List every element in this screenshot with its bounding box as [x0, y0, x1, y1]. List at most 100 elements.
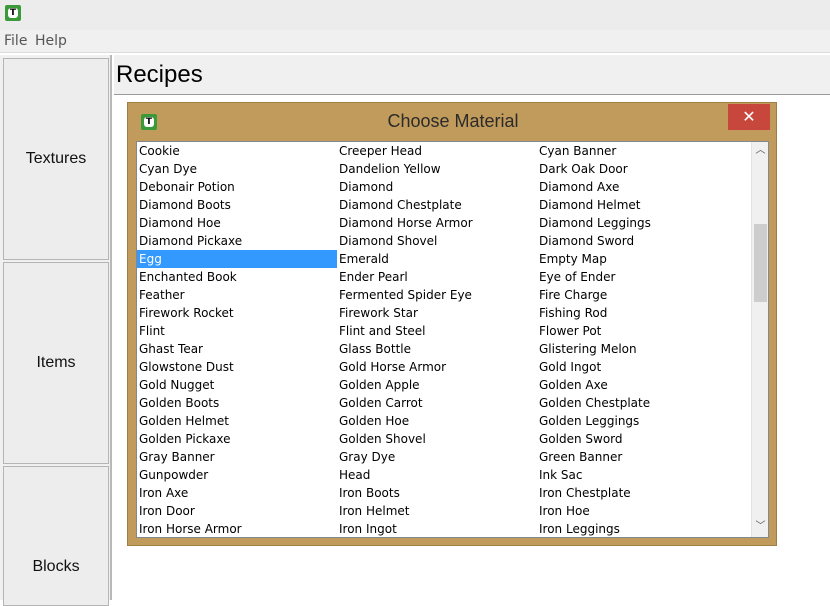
choose-material-dialog: T Choose Material ✕ Cookie Creeper Head Cy…	[127, 102, 777, 546]
list-item[interactable]: Gray Dye	[337, 448, 537, 466]
list-item[interactable]: Diamond Horse Armor	[337, 214, 537, 232]
list-item[interactable]: Dandelion Yellow	[337, 160, 537, 178]
list-item[interactable]: Golden Leggings	[537, 412, 737, 430]
list-item[interactable]: Dark Oak Door	[537, 160, 737, 178]
list-item[interactable]: Ghast Tear	[137, 340, 337, 358]
list-item[interactable]: Iron Chestplate	[537, 484, 737, 502]
list-item[interactable]: Golden Shovel	[337, 430, 537, 448]
list-item[interactable]: Iron Hoe	[537, 502, 737, 520]
list-item[interactable]: Firework Star	[337, 304, 537, 322]
list-item[interactable]: Cyan Dye	[137, 160, 337, 178]
list-item[interactable]: Ender Pearl	[337, 268, 537, 286]
list-row: Egg Emerald Empty Map	[137, 250, 747, 268]
list-row: Flint Flint and Steel Flower Pot	[137, 322, 747, 340]
list-item[interactable]: Golden Carrot	[337, 394, 537, 412]
list-item[interactable]: Iron Axe	[137, 484, 337, 502]
list-item[interactable]: Firework Rocket	[137, 304, 337, 322]
list-item[interactable]: Gold Horse Armor	[337, 358, 537, 376]
list-item[interactable]: Diamond Helmet	[537, 196, 737, 214]
list-item[interactable]: Flower Pot	[537, 322, 737, 340]
list-item[interactable]: Fermented Spider Eye	[337, 286, 537, 304]
list-item[interactable]: Iron Ingot	[337, 520, 537, 537]
list-row: Debonair Potion Diamond Diamond Axe	[137, 178, 747, 196]
scrollbar-thumb[interactable]	[754, 224, 767, 302]
list-item[interactable]: Debonair Potion	[137, 178, 337, 196]
page-title: Recipes	[116, 61, 203, 88]
list-item[interactable]: Diamond	[337, 178, 537, 196]
list-item[interactable]: Ink Sac	[537, 466, 737, 484]
list-item[interactable]: Gold Nugget	[137, 376, 337, 394]
list-item[interactable]: Fishing Rod	[537, 304, 737, 322]
material-grid: Cookie Creeper Head Cyan Banner Cyan Dye Dan…	[137, 142, 747, 537]
list-row: Iron Axe Iron Boots Iron Chestplate	[137, 484, 747, 502]
list-item[interactable]: Golden Chestplate	[537, 394, 737, 412]
list-item[interactable]: Golden Boots	[137, 394, 337, 412]
title-bar: T	[0, 0, 830, 30]
list-item[interactable]: Glowstone Dust	[137, 358, 337, 376]
vertical-scrollbar[interactable]: ︿ ﹀	[751, 142, 768, 537]
material-list[interactable]: Cookie Creeper Head Cyan Banner Cyan Dye Dan…	[136, 141, 769, 538]
sidebar-item-label: Blocks	[32, 558, 80, 575]
list-row: Gold Nugget Golden Apple Golden Axe	[137, 376, 747, 394]
list-item[interactable]: Creeper Head	[337, 142, 537, 160]
sidebar: Textures Items Blocks	[0, 55, 112, 606]
list-item[interactable]: Iron Helmet	[337, 502, 537, 520]
list-item[interactable]: Cookie	[137, 142, 337, 160]
list-item[interactable]: Head	[337, 466, 537, 484]
list-row: Golden Boots Golden Carrot Golden Chestpla…	[137, 394, 747, 412]
list-item[interactable]: Glistering Melon	[537, 340, 737, 358]
sidebar-item-textures[interactable]: Textures	[3, 58, 109, 260]
list-row: Ghast Tear Glass Bottle Glistering Melon	[137, 340, 747, 358]
app-logo-icon: T	[5, 5, 21, 21]
list-item[interactable]: Diamond Axe	[537, 178, 737, 196]
menu-help[interactable]: Help	[35, 33, 67, 49]
list-item[interactable]: Diamond Boots	[137, 196, 337, 214]
list-item[interactable]: Golden Axe	[537, 376, 737, 394]
scroll-up-arrow-icon[interactable]: ︿	[752, 142, 768, 159]
list-item[interactable]: Diamond Sword	[537, 232, 737, 250]
sidebar-item-blocks[interactable]: Blocks	[3, 466, 109, 606]
list-row: Glowstone Dust Gold Horse Armor Gold Ingot	[137, 358, 747, 376]
list-item[interactable]: Egg	[137, 250, 337, 268]
list-item[interactable]: Emerald	[337, 250, 537, 268]
list-item[interactable]: Fire Charge	[537, 286, 737, 304]
list-item[interactable]: Diamond Pickaxe	[137, 232, 337, 250]
list-item[interactable]: Eye of Ender	[537, 268, 737, 286]
list-row: Gunpowder Head Ink Sac	[137, 466, 747, 484]
list-item[interactable]: Green Banner	[537, 448, 737, 466]
list-item[interactable]: Golden Pickaxe	[137, 430, 337, 448]
list-item[interactable]: Iron Horse Armor	[137, 520, 337, 537]
list-item[interactable]: Gray Banner	[137, 448, 337, 466]
main-header: Recipes	[114, 55, 830, 95]
list-item[interactable]: Diamond Shovel	[337, 232, 537, 250]
list-item[interactable]: Iron Door	[137, 502, 337, 520]
close-icon: ✕	[742, 107, 756, 126]
list-item[interactable]: Iron Leggings	[537, 520, 737, 537]
list-item[interactable]: Glass Bottle	[337, 340, 537, 358]
list-item[interactable]: Flint and Steel	[337, 322, 537, 340]
list-item[interactable]: Cyan Banner	[537, 142, 737, 160]
sidebar-item-items[interactable]: Items	[3, 262, 109, 464]
list-row: Cookie Creeper Head Cyan Banner	[137, 142, 747, 160]
list-row: Diamond Hoe Diamond Horse Armor Diamond Le…	[137, 214, 747, 232]
list-item[interactable]: Golden Sword	[537, 430, 737, 448]
list-item[interactable]: Diamond Hoe	[137, 214, 337, 232]
list-row: Firework Rocket Firework Star Fishing Rod	[137, 304, 747, 322]
list-item[interactable]: Flint	[137, 322, 337, 340]
close-button[interactable]: ✕	[728, 104, 770, 130]
list-item[interactable]: Iron Boots	[337, 484, 537, 502]
list-item[interactable]: Golden Hoe	[337, 412, 537, 430]
list-item[interactable]: Empty Map	[537, 250, 737, 268]
menu-file[interactable]: File	[4, 33, 27, 49]
list-item[interactable]: Diamond Chestplate	[337, 196, 537, 214]
scroll-down-arrow-icon[interactable]: ﹀	[752, 518, 768, 535]
list-row: Enchanted Book Ender Pearl Eye of Ender	[137, 268, 747, 286]
list-item[interactable]: Feather	[137, 286, 337, 304]
list-item[interactable]: Enchanted Book	[137, 268, 337, 286]
list-item[interactable]: Golden Apple	[337, 376, 537, 394]
list-item[interactable]: Diamond Leggings	[537, 214, 737, 232]
list-item[interactable]: Golden Helmet	[137, 412, 337, 430]
list-item[interactable]: Gunpowder	[137, 466, 337, 484]
list-item[interactable]: Gold Ingot	[537, 358, 737, 376]
list-row: Feather Fermented Spider Eye Fire Charge	[137, 286, 747, 304]
